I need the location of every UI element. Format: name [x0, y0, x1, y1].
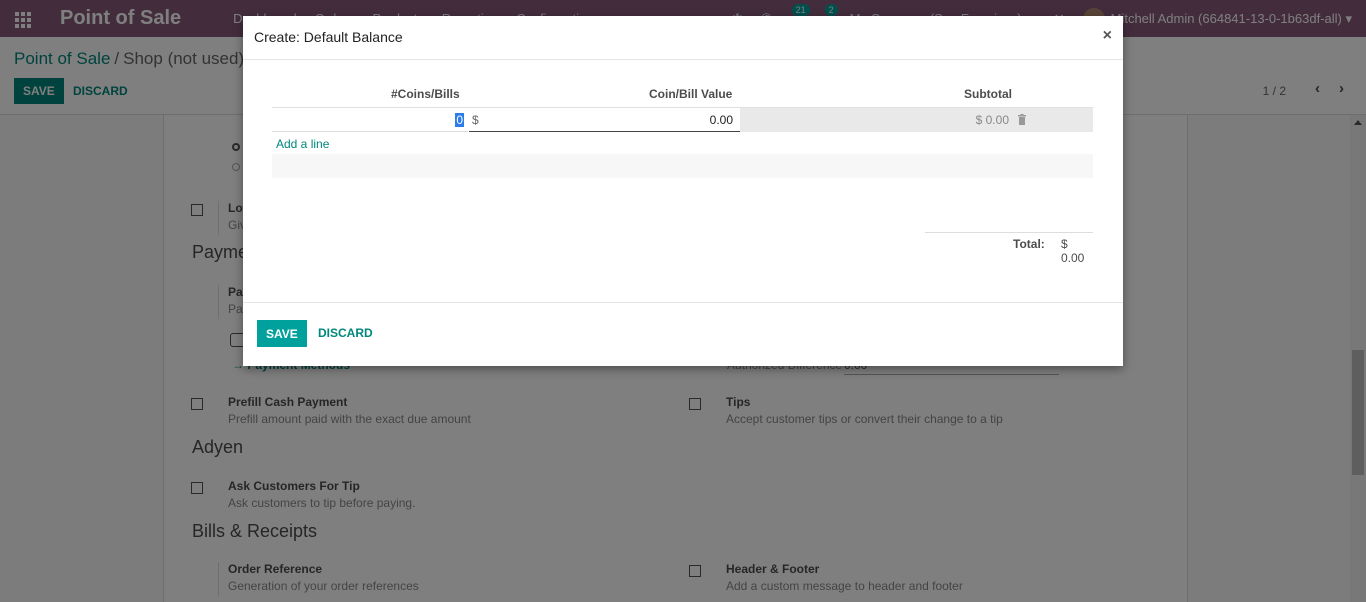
modal-title: Create: Default Balance	[254, 29, 403, 45]
modal-save-button[interactable]: SAVE	[257, 320, 307, 347]
modal-header: Create: Default Balance ×	[243, 16, 1123, 60]
coins-cell[interactable]: 0	[272, 108, 468, 132]
modal-footer: SAVE DISCARD	[243, 304, 1123, 366]
column-header-value[interactable]: Coin/Bill Value	[649, 87, 732, 101]
total-label: Total:	[1013, 237, 1045, 251]
coin-value-cell[interactable]: $ 0.00	[469, 108, 740, 132]
modal-discard-button[interactable]: DISCARD	[318, 326, 373, 340]
modal-body: #Coins/Bills Coin/Bill Value Subtotal 0 …	[243, 60, 1123, 303]
add-line-link[interactable]: Add a line	[276, 137, 329, 151]
coins-input[interactable]: 0	[455, 113, 464, 127]
close-icon[interactable]: ×	[1103, 27, 1112, 45]
currency-symbol: $	[472, 113, 479, 127]
trash-icon[interactable]	[1017, 114, 1027, 125]
empty-row	[272, 154, 1093, 178]
total-divider	[925, 232, 1093, 233]
coin-value-input[interactable]: 0.00	[710, 113, 733, 127]
table-row: 0 $ 0.00 $ 0.00	[272, 108, 1093, 132]
total-value: $ 0.00	[1061, 237, 1085, 265]
subtotal-cell: $ 0.00	[740, 108, 1093, 132]
default-balance-dialog: Create: Default Balance × #Coins/Bills C…	[243, 16, 1123, 366]
column-header-subtotal[interactable]: Subtotal	[964, 87, 1012, 101]
subtotal-value: $ 0.00	[975, 113, 1009, 127]
column-header-coins[interactable]: #Coins/Bills	[391, 87, 460, 101]
